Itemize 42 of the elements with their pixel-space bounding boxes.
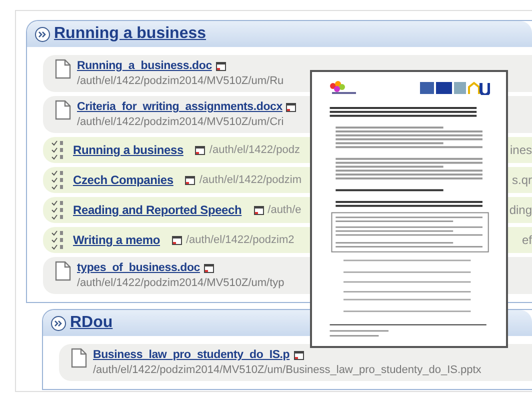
document-icon [55,100,71,120]
checklist-icon [51,139,65,161]
new-window-icon[interactable] [204,264,214,273]
file-link[interactable]: Criteria_for_writing_assignments.docx [77,100,282,115]
quiz-path: /auth/el/1422/podz [209,142,300,158]
logo-icon [328,80,358,96]
section-title[interactable]: Running a business [54,22,206,46]
new-window-icon[interactable] [254,206,264,214]
document-icon [55,59,71,79]
new-window-icon[interactable] [216,62,226,71]
file-path: /auth/el/1422/podzim2014/MV510Z/um/Cri [77,115,285,129]
quiz-link[interactable]: Writing a memo [73,231,160,249]
expand-icon[interactable] [35,26,50,42]
section-title[interactable]: RDou [70,311,113,335]
document-icon [71,348,87,368]
new-window-icon[interactable] [294,351,304,360]
quiz-link[interactable]: Reading and Reported Speech [73,201,242,219]
file-link[interactable]: Business_law_pro_studenty_do_IS.p [93,348,290,363]
file-link[interactable]: Running_a_business.doc [77,59,212,74]
quiz-path: ding [509,202,532,219]
new-window-icon[interactable] [185,176,196,184]
new-window-icon[interactable] [195,146,206,154]
quiz-path: ef [522,232,532,249]
quiz-path: /auth/e [268,202,302,218]
quiz-path: s.qr [512,172,532,189]
file-path: /auth/el/1422/podzim2014/MV510Z/um/Business_law_pro_studenty_do_IS.pptx [93,363,482,377]
document-icon [55,261,71,281]
checklist-icon [51,169,65,191]
logos-icon [420,81,490,95]
file-link[interactable]: types_of_business.doc [77,261,200,276]
quiz-path: /auth/el/1422/podzim [199,172,302,188]
expand-icon[interactable] [51,316,66,330]
file-path: /auth/el/1422/podzim2014/MV510Z/um/typ [77,276,284,290]
quiz-path: ines [510,142,532,159]
new-window-icon[interactable] [286,103,296,112]
quiz-link[interactable]: Running a business [73,141,184,159]
quiz-path: /auth/el/1422/podzim2 [186,232,294,248]
checklist-icon [51,199,65,221]
file-path: /auth/el/1422/podzim2014/MV510Z/um/Ru [77,74,284,88]
quiz-link[interactable]: Czech Companies [73,171,174,189]
new-window-icon[interactable] [172,236,182,244]
checklist-icon [51,229,65,251]
